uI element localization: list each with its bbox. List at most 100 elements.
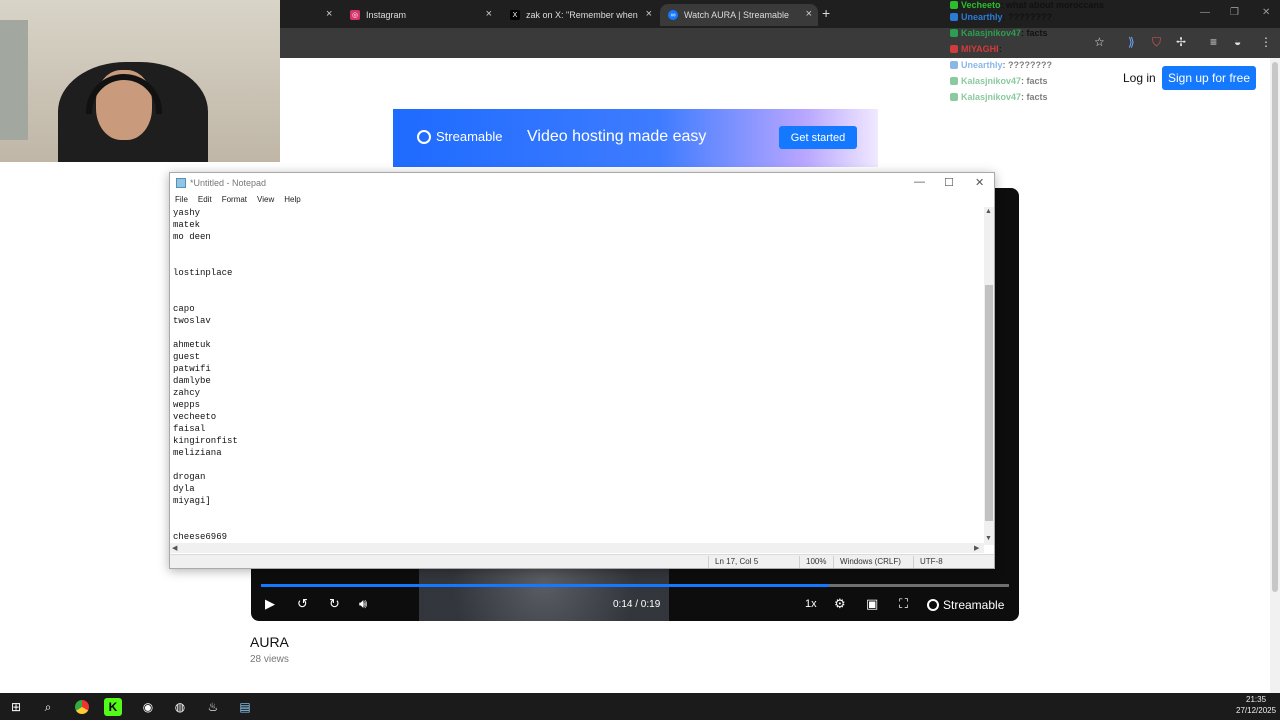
progress-fill [261,584,830,587]
scroll-down-icon[interactable]: ▼ [985,535,992,542]
cursor-position: Ln 17, Col 5 [715,557,759,566]
instagram-icon: ◎ [350,10,360,20]
close-tab-icon[interactable]: × [486,8,492,20]
chat-badge-icon [950,61,958,69]
chat-username: Vecheeto [961,0,1001,10]
page-scrollbar-thumb[interactable] [1272,62,1278,592]
windows-start-icon[interactable]: ⊞ [6,697,26,717]
chat-message: Unearthly: ???????? [950,12,1052,22]
notepad-vertical-scrollbar[interactable]: ▲ ▼ [984,207,994,545]
menu-file[interactable]: File [170,194,193,206]
chat-text: : facts [1021,76,1048,86]
chat-badge-icon [950,45,958,53]
page-scrollbar[interactable] [1270,58,1280,693]
tab-x-post[interactable]: X zak on X: "Remember when xQ × [502,4,658,26]
playback-speed-button[interactable]: 1x [805,598,817,610]
extension-audio-icon[interactable]: ⟫ [1128,35,1135,49]
kick-icon[interactable]: K [104,698,122,716]
streamable-logo-icon [927,599,939,611]
notepad-horizontal-scrollbar[interactable]: ◀ ▶ [170,543,984,553]
clock-date: 27/12/2025 [1236,706,1277,715]
minimize-icon[interactable]: — [914,176,925,188]
signup-button[interactable]: Sign up for free [1162,66,1256,90]
notepad-text-area[interactable]: yashy matek mo deen lostinplace capo two… [173,207,983,543]
notepad-window[interactable]: *Untitled - Notepad — ☐ ✕ File Edit Form… [169,172,995,569]
fullscreen-icon[interactable]: ⛶ [899,596,908,612]
bookmark-star-icon[interactable]: ☆ [1094,35,1105,49]
notepad-taskbar-icon[interactable]: ▤ [235,697,255,717]
tab-title: zak on X: "Remember when xQ [526,10,640,20]
scroll-right-icon[interactable]: ▶ [974,544,979,552]
close-tab-icon[interactable]: × [326,8,332,20]
chat-badge-icon [950,93,958,101]
scroll-left-icon[interactable]: ◀ [172,544,177,552]
discord-icon[interactable]: ◉ [138,697,158,717]
notepad-menu-bar: File Edit Format View Help [170,194,994,206]
chat-badge-icon [950,77,958,85]
chat-username: Kalasjnikov47 [961,92,1022,102]
chat-username: Unearthly [961,60,1003,70]
chat-text: : ???????? [1002,60,1052,70]
profile-avatar-icon[interactable]: ◒ [1234,35,1241,49]
notepad-titlebar[interactable]: *Untitled - Notepad — ☐ ✕ [170,173,994,193]
status-separator [833,556,834,568]
status-separator [913,556,914,568]
get-started-button[interactable]: Get started [779,126,857,149]
webcam-overlay [0,0,280,162]
media-control-icon[interactable]: ≡ [1210,35,1217,49]
scroll-up-icon[interactable]: ▲ [985,208,992,215]
chat-badge-icon [950,29,958,37]
close-icon[interactable]: ✕ [975,176,984,189]
menu-help[interactable]: Help [279,194,305,206]
picture-in-picture-icon[interactable]: ▣ [866,596,878,612]
search-icon[interactable]: ⌕ [38,697,58,717]
close-tab-icon[interactable]: × [646,8,652,20]
chat-message: Kalasjnikov47: facts [950,92,1048,102]
chat-text: : [998,44,1002,54]
chat-text: : what about moroccans [1000,0,1105,10]
tab-instagram[interactable]: ◎ Instagram × [342,4,498,26]
tab-streamable[interactable]: ∞ Watch AURA | Streamable × [660,4,818,26]
chat-badge-icon [950,13,958,21]
tab-title: Instagram [366,10,407,20]
obs-icon[interactable]: ◍ [170,697,190,717]
chrome-icon[interactable] [72,697,92,717]
play-icon[interactable]: ▶ [265,596,275,612]
banner-logo-text: Streamable [436,129,503,144]
browser-menu-icon[interactable]: ⋮ [1260,35,1272,49]
progress-bar[interactable] [261,584,1009,587]
status-separator [708,556,709,568]
player-logo[interactable]: Streamable [927,598,1004,612]
extensions-puzzle-icon[interactable]: ✢ [1176,35,1186,49]
forward-icon[interactable]: ↻ [329,596,340,612]
streamable-icon: ∞ [668,10,678,20]
notepad-scroll-thumb[interactable] [985,285,993,521]
menu-view[interactable]: View [252,194,279,206]
extension-shield-icon[interactable]: ⛉ [1152,35,1161,50]
notepad-status-bar: Ln 17, Col 5 100% Windows (CRLF) UTF-8 [170,554,994,568]
tab-title: Watch AURA | Streamable [684,10,790,20]
close-tab-icon[interactable]: × [806,8,812,20]
x-icon: X [510,10,520,20]
chat-badge-icon [950,1,958,9]
promo-banner[interactable]: Streamable Video hosting made easy Get s… [393,109,878,167]
view-count: 28 views [250,654,289,665]
chat-message: Unearthly: ???????? [950,60,1052,70]
menu-format[interactable]: Format [217,194,252,206]
menu-edit[interactable]: Edit [193,194,217,206]
maximize-icon[interactable]: ☐ [944,176,954,189]
rewind-icon[interactable]: ↺ [297,596,308,612]
streamable-logo-icon [417,129,431,144]
line-ending: Windows (CRLF) [840,557,901,566]
volume-icon[interactable]: 🔊︎ [359,596,367,612]
steam-icon[interactable]: ♨ [203,697,223,717]
new-tab-button[interactable]: + [822,5,830,21]
clock-time: 21:35 [1246,695,1267,704]
minimize-icon[interactable]: — [1200,7,1210,18]
login-link[interactable]: Log in [1123,71,1156,85]
windows-taskbar: ⊞ ⌕ K ◉ ◍ ♨ ▤ 21:35 27/12/2025 [0,693,1280,720]
maximize-icon[interactable]: ❐ [1230,7,1239,18]
settings-gear-icon[interactable]: ⚙ [834,596,846,612]
close-window-icon[interactable]: ✕ [1262,7,1270,18]
chat-username: Kalasjnikov47 [961,76,1022,86]
